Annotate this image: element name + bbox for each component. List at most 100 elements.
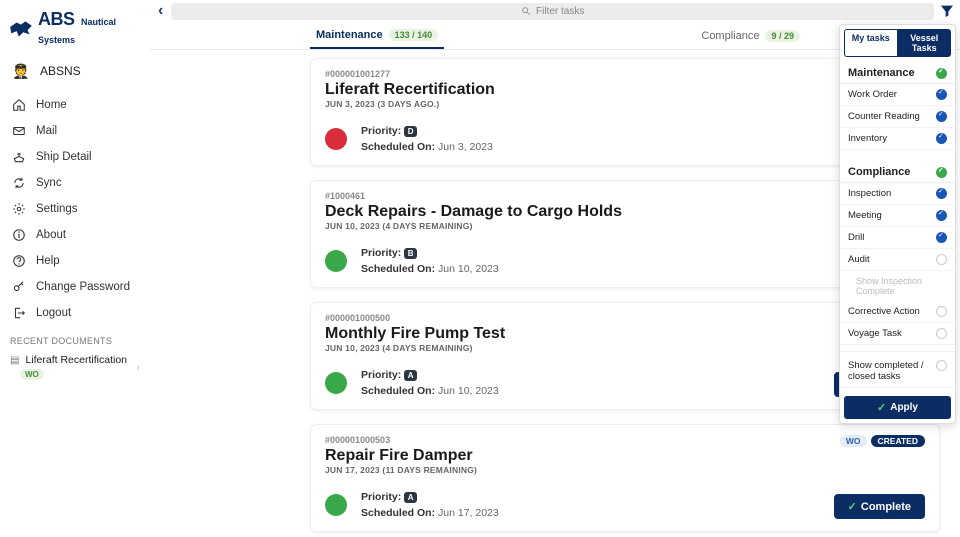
tab-compliance[interactable]: Compliance 9 / 29	[701, 30, 800, 42]
priority-badge: D	[404, 126, 417, 137]
chevron-right-icon: ›	[137, 362, 140, 373]
nav-label: Change Password	[36, 281, 130, 293]
card-date: JUN 10, 2023 (4 DAYS REMAINING)	[325, 343, 925, 353]
checkbox-icon	[936, 232, 947, 243]
nav-settings[interactable]: Settings	[0, 196, 150, 222]
recent-doc-row[interactable]: ▤ Liferaft Recertification WO ›	[0, 350, 150, 384]
nav-label: Help	[36, 255, 60, 267]
checkbox-icon	[936, 306, 947, 317]
filter-panel: My tasks Vessel Tasks Maintenance Work Or…	[839, 24, 956, 424]
mail-icon	[12, 124, 26, 138]
topbar: ‹ Filter tasks	[150, 0, 960, 22]
search-icon	[521, 6, 531, 16]
nav: Home Mail Ship Detail SyncSettingsAbout Help…	[0, 92, 150, 326]
tab-maintenance-count: 133 / 140	[389, 29, 439, 41]
sidebar: ABS NauticalSystems 🧑‍✈️ ABSNS Home Mail S…	[0, 0, 150, 537]
wo-badge: WO	[840, 435, 867, 447]
filter-item-label: Meeting	[848, 210, 882, 221]
settings-icon	[12, 202, 26, 216]
card-id: #000001000503	[325, 435, 925, 445]
card-date: JUN 3, 2023 (3 DAYS AGO.)	[325, 99, 925, 109]
nav-label: Logout	[36, 307, 71, 319]
priority-dot	[325, 250, 347, 272]
recent-section-label: RECENT DOCUMENTS	[0, 326, 150, 350]
back-button[interactable]: ‹	[154, 2, 167, 20]
tab-compliance-label: Compliance	[701, 30, 759, 42]
nav-label: Ship Detail	[36, 151, 92, 163]
filter-item[interactable]: Meeting	[840, 205, 955, 227]
checkbox-icon	[936, 360, 947, 371]
seg-vessel-tasks[interactable]: Vessel Tasks	[898, 29, 952, 57]
user-row[interactable]: 🧑‍✈️ ABSNS	[0, 56, 150, 86]
filter-item-label: Inventory	[848, 133, 887, 144]
filter-item: Show Inspection Complete	[840, 271, 955, 301]
about-icon	[12, 228, 26, 242]
nav-about[interactable]: About	[0, 222, 150, 248]
filter-group-compliance[interactable]: Compliance	[840, 160, 955, 183]
help-icon	[12, 254, 26, 268]
recent-doc-title: Liferaft Recertification	[25, 354, 127, 366]
filter-show-completed[interactable]: Show completed / closed tasks	[840, 351, 955, 388]
filter-item-label: Show Inspection Complete	[856, 276, 947, 296]
checkbox-icon	[936, 210, 947, 221]
check-icon: ✓	[877, 401, 886, 414]
apply-button[interactable]: ✓ Apply	[844, 396, 951, 419]
nav-mail[interactable]: Mail	[0, 118, 150, 144]
checkbox-icon	[936, 167, 947, 178]
recent-doc-badge: WO	[20, 369, 44, 380]
search-input[interactable]: Filter tasks	[171, 3, 934, 20]
nav-ship[interactable]: Ship Detail	[0, 144, 150, 170]
card-title: Deck Repairs - Damage to Cargo Holds	[325, 203, 925, 221]
ship-icon	[12, 150, 26, 164]
scheduled-row: Scheduled On: Jun 17, 2023	[361, 507, 499, 519]
filter-button[interactable]	[938, 2, 956, 20]
filter-group-label: Maintenance	[848, 67, 915, 79]
nav-home[interactable]: Home	[0, 92, 150, 118]
card-id: #000001001277	[325, 69, 925, 79]
nav-logout[interactable]: Logout	[0, 300, 150, 326]
filter-item[interactable]: Voyage Task	[840, 323, 955, 345]
filter-item-label: Voyage Task	[848, 328, 902, 339]
eagle-icon	[8, 16, 34, 42]
checkbox-icon	[936, 133, 947, 144]
complete-button[interactable]: ✓ Complete	[834, 494, 925, 519]
filter-group-maintenance[interactable]: Maintenance	[840, 61, 955, 84]
funnel-icon	[939, 3, 955, 19]
segmented-control: My tasks Vessel Tasks	[844, 29, 951, 57]
filter-item[interactable]: Drill	[840, 227, 955, 249]
nav-label: Home	[36, 99, 67, 111]
search-placeholder: Filter tasks	[536, 6, 584, 17]
card-id: #1000461	[325, 191, 925, 201]
apply-label: Apply	[890, 402, 918, 413]
nav-help[interactable]: Help	[0, 248, 150, 274]
card-title: Monthly Fire Pump Test	[325, 325, 925, 343]
task-card[interactable]: WOCREATED#000001000503Repair Fire Damper…	[310, 424, 940, 532]
tab-maintenance[interactable]: Maintenance 133 / 140	[310, 23, 444, 49]
filter-item-label: Drill	[848, 232, 864, 243]
filter-item[interactable]: Audit	[840, 249, 955, 271]
priority-row: Priority: A	[361, 491, 499, 503]
filter-item[interactable]: Counter Reading	[840, 106, 955, 128]
card-title: Repair Fire Damper	[325, 447, 925, 465]
filter-item[interactable]: Inventory	[840, 128, 955, 150]
nav-key[interactable]: Change Password	[0, 274, 150, 300]
home-icon	[12, 98, 26, 112]
seg-my-tasks[interactable]: My tasks	[844, 29, 898, 57]
logout-icon	[12, 306, 26, 320]
filter-item[interactable]: Corrective Action	[840, 301, 955, 323]
card-id: #000001000500	[325, 313, 925, 323]
scheduled-row: Scheduled On: Jun 3, 2023	[361, 141, 493, 153]
nav-label: Mail	[36, 125, 57, 137]
logo: ABS NauticalSystems	[0, 5, 150, 56]
filter-item-label: Inspection	[848, 188, 891, 199]
nav-sync[interactable]: Sync	[0, 170, 150, 196]
filter-item-label: Work Order	[848, 89, 897, 100]
checkbox-icon	[936, 111, 947, 122]
avatar-icon: 🧑‍✈️	[12, 62, 30, 80]
filter-item-label: Audit	[848, 254, 870, 265]
filter-item[interactable]: Work Order	[840, 84, 955, 106]
filter-item-label: Corrective Action	[848, 306, 920, 317]
scheduled-row: Scheduled On: Jun 10, 2023	[361, 263, 499, 275]
filter-item[interactable]: Inspection	[840, 183, 955, 205]
checkbox-icon	[936, 328, 947, 339]
